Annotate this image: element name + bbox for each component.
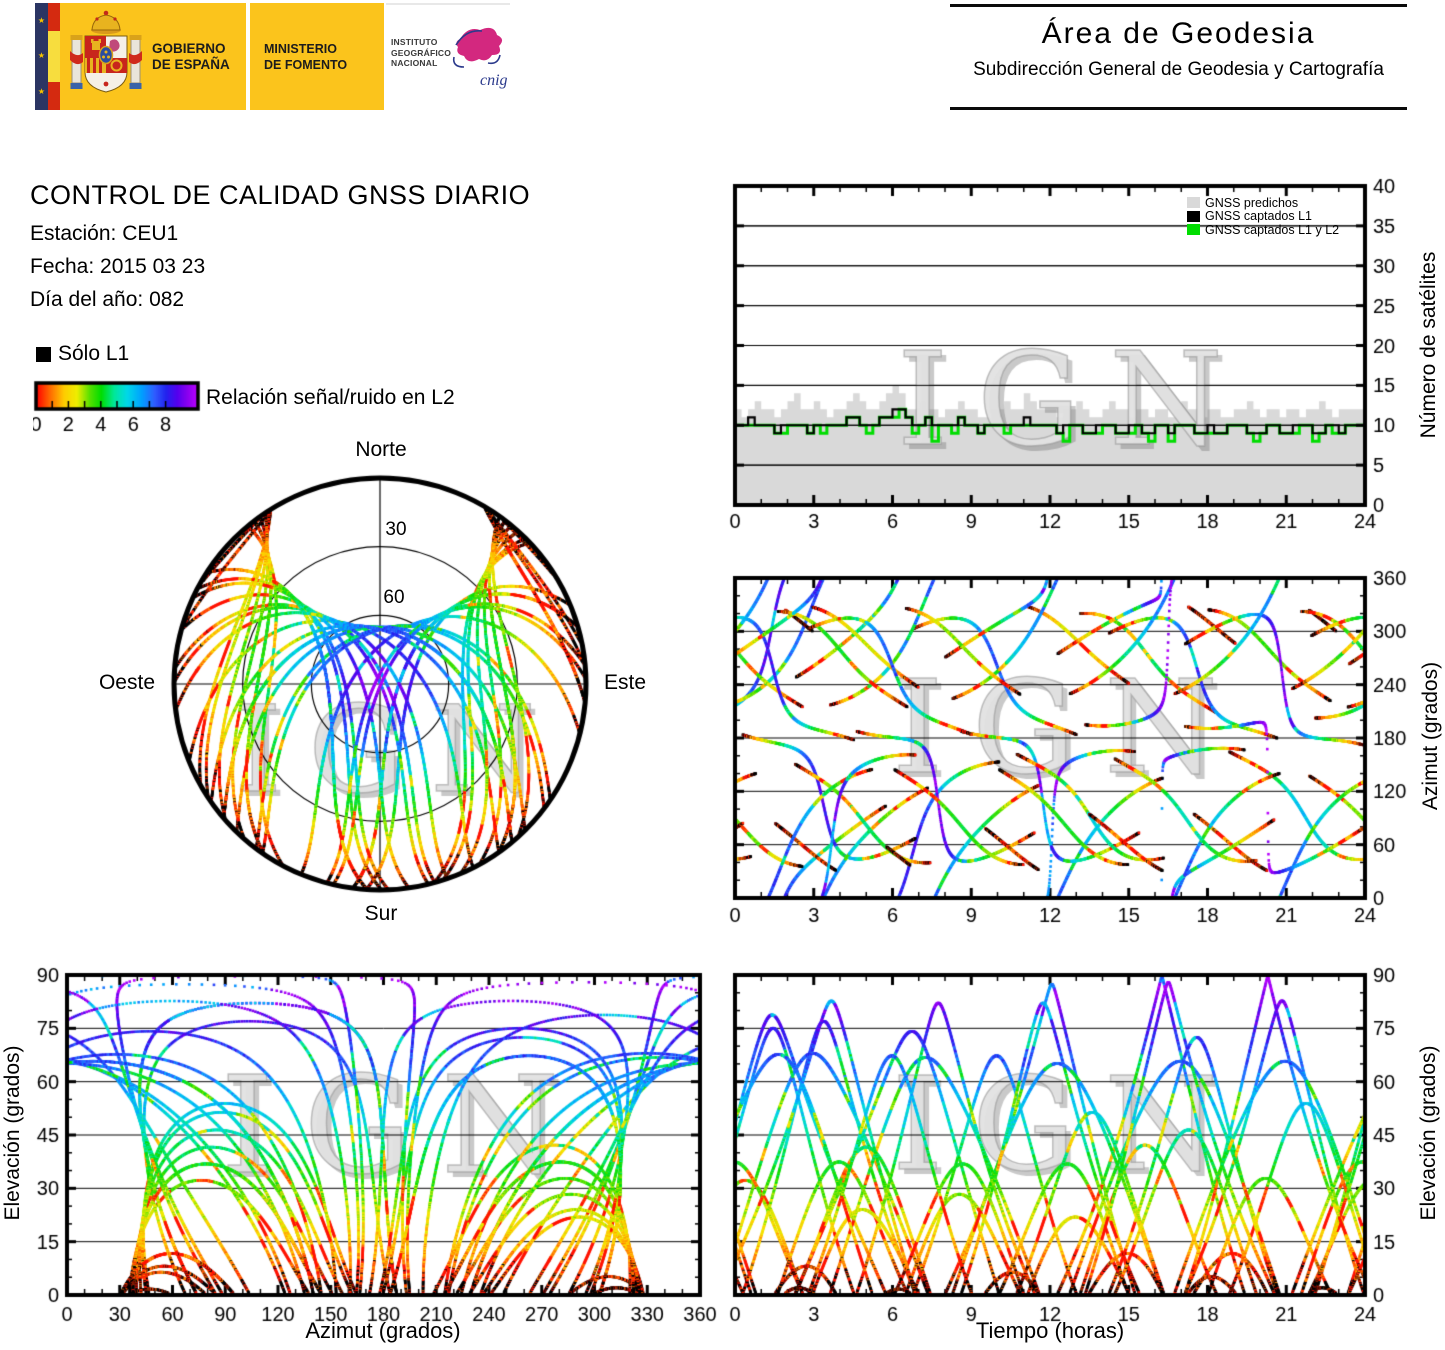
ministerio-block: MINISTERIO DE FOMENTO bbox=[250, 3, 384, 110]
star-icon: ★ bbox=[38, 52, 45, 60]
compass-east-label: Este bbox=[604, 671, 674, 695]
colorbar-label: Relación señal/ruido en L2 bbox=[206, 386, 455, 410]
elevation-azimuth-chart bbox=[0, 965, 720, 1350]
solo-l1-legend: Sólo L1 bbox=[36, 342, 129, 366]
report-title: CONTROL DE CALIDAD GNSS DIARIO bbox=[30, 180, 530, 211]
solo-l1-swatch bbox=[36, 347, 51, 362]
legend-row-l1: GNSS captados L1 bbox=[1187, 210, 1339, 224]
doy-line: Día del año: 082 bbox=[30, 288, 184, 312]
l1l2-swatch bbox=[1187, 224, 1200, 235]
station-line: Estación: CEU1 bbox=[30, 222, 178, 246]
ministerio-label: MINISTERIO DE FOMENTO bbox=[264, 41, 347, 73]
gobierno-block: GOBIERNO DE ESPAÑA bbox=[60, 3, 246, 110]
area-geodesia-header: Área de Geodesia Subdirección General de… bbox=[950, 4, 1407, 110]
spain-flag-strip bbox=[48, 3, 60, 110]
gnss-quality-report: ★ ★ ★ bbox=[0, 0, 1445, 1350]
solo-l1-label: Sólo L1 bbox=[58, 342, 129, 366]
legend-row-l1l2: GNSS captados L1 y L2 bbox=[1187, 223, 1339, 237]
cnig-logo-icon: cnig bbox=[442, 23, 508, 93]
azimuth-time-chart bbox=[720, 570, 1445, 932]
star-icon: ★ bbox=[38, 88, 45, 96]
l1-label: GNSS captados L1 bbox=[1205, 209, 1312, 223]
elevation-time-chart bbox=[720, 965, 1445, 1350]
satcount-legend: GNSS predichos GNSS captados L1 GNSS cap… bbox=[1187, 196, 1339, 237]
eltime-y-axis-label: Elevación (grados) bbox=[1417, 983, 1441, 1283]
compass-west-label: Oeste bbox=[55, 671, 155, 695]
area-subtitle: Subdirección General de Geodesia y Carto… bbox=[950, 59, 1407, 81]
svg-text:cnig: cnig bbox=[480, 72, 508, 89]
gobierno-label: GOBIERNO DE ESPAÑA bbox=[152, 41, 230, 73]
spain-coat-of-arms-icon bbox=[70, 9, 142, 105]
elaz-x-axis-label: Azimut (grados) bbox=[223, 1318, 543, 1344]
gobierno-line2: DE ESPAÑA bbox=[152, 57, 230, 73]
legend-row-predicted: GNSS predichos bbox=[1187, 196, 1339, 210]
gobierno-line1: GOBIERNO bbox=[152, 41, 230, 57]
compass-north-label: Norte bbox=[321, 438, 441, 462]
ministerio-line2: DE FOMENTO bbox=[264, 57, 347, 73]
cnig-block: INSTITUTO GEOGRÁFICO NACIONAL cnig bbox=[386, 3, 510, 110]
government-header: ★ ★ ★ bbox=[35, 3, 510, 110]
area-title: Área de Geodesia bbox=[950, 17, 1407, 51]
l1l2-label: GNSS captados L1 y L2 bbox=[1205, 223, 1339, 237]
eltime-x-axis-label: Tiempo (horas) bbox=[890, 1318, 1210, 1344]
l1-swatch bbox=[1187, 211, 1200, 222]
elevation-ring-60-label: 60 bbox=[374, 587, 414, 609]
date-line: Fecha: 2015 03 23 bbox=[30, 255, 205, 279]
snr-colorbar bbox=[33, 380, 208, 435]
predicted-label: GNSS predichos bbox=[1205, 196, 1298, 210]
star-icon: ★ bbox=[38, 17, 45, 25]
aztime-y-axis-label: Azimut (grados) bbox=[1419, 586, 1443, 886]
elaz-y-axis-label: Elevación (grados) bbox=[1, 983, 25, 1283]
predicted-swatch bbox=[1187, 197, 1200, 208]
ministerio-line1: MINISTERIO bbox=[264, 41, 347, 57]
eu-flag-strip: ★ ★ ★ bbox=[35, 3, 48, 110]
elevation-ring-30-label: 30 bbox=[376, 519, 416, 541]
compass-south-label: Sur bbox=[321, 902, 441, 926]
satcount-y-axis-label: Número de satélites bbox=[1417, 195, 1441, 495]
